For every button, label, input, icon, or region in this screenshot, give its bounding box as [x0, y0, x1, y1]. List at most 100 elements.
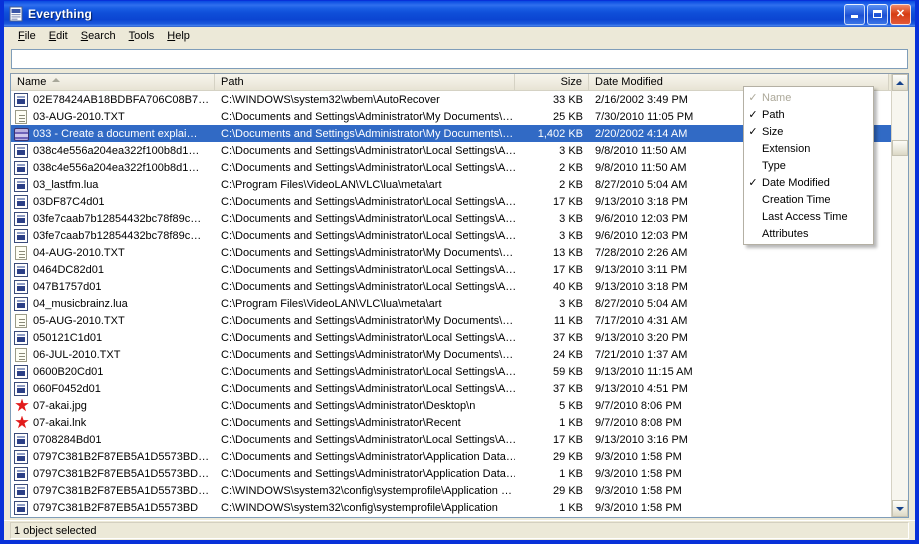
column-header-size[interactable]: Size — [515, 74, 589, 90]
cell-size: 13 KB — [553, 246, 583, 259]
context-menu-item-label: Attributes — [762, 227, 809, 240]
cell-date-modified: 9/3/2010 1:58 PM — [595, 467, 682, 480]
context-menu-item-label: Date Modified — [762, 176, 830, 189]
context-menu-item-type[interactable]: Type — [744, 157, 873, 174]
cell-name: 0797C381B2F87EB5A1D5573BD… — [11, 449, 215, 465]
table-row[interactable]: 0797C381B2F87EB5A1D5573BD C:\WINDOWS\syst… — [11, 499, 891, 516]
table-row[interactable]: 047B1757d01 C:\Documents and Settings\Adm… — [11, 278, 891, 295]
cell-size: 17 KB — [553, 433, 583, 446]
cell-path: C:\Documents and Settings\Administrator\… — [221, 450, 515, 463]
search-input[interactable] — [11, 49, 908, 69]
column-header-label: Date Modified — [595, 76, 663, 88]
table-row[interactable]: 0797C381B2F87EB5A1D5573BD… C:\Documents a… — [11, 465, 891, 482]
data-file-icon — [14, 211, 30, 227]
file-name-label: 0797C381B2F87EB5A1D5573BD — [33, 501, 199, 514]
maximize-button[interactable] — [867, 3, 888, 25]
data-file-icon — [14, 177, 30, 193]
data-file-icon — [14, 381, 30, 397]
minimize-button[interactable] — [844, 3, 865, 25]
menu-item-tools-rest: ools — [134, 29, 155, 42]
cell-size: 37 KB — [553, 382, 583, 395]
table-row[interactable]: 0708284Bd01 C:\Documents and Settings\Adm… — [11, 431, 891, 448]
table-row[interactable]: 0797C381B2F87EB5A1D5573BD… C:\WINDOWS\sys… — [11, 482, 891, 499]
cell-size: 1,402 KB — [537, 127, 583, 140]
everything-app-icon — [8, 6, 24, 22]
cell-name: 03-AUG-2010.TXT — [11, 109, 215, 125]
file-name-label: 038c4e556a204ea322f100b8d1… — [33, 144, 200, 157]
menu-item-search[interactable]: Search — [75, 29, 123, 45]
table-row[interactable]: 04_musicbrainz.lua C:\Program Files\Video… — [11, 295, 891, 312]
file-name-label: 060F0452d01 — [33, 382, 101, 395]
menu-item-edit[interactable]: Edit — [43, 29, 75, 45]
scrollbar-thumb[interactable] — [892, 140, 908, 156]
context-menu-item-attributes[interactable]: Attributes — [744, 225, 873, 242]
file-name-label: 07-akai.jpg — [33, 399, 87, 412]
context-menu-item-last-access-time[interactable]: Last Access Time — [744, 208, 873, 225]
column-header-label: Path — [221, 76, 244, 88]
minimize-icon — [851, 15, 858, 18]
column-header-name[interactable]: Name — [11, 74, 215, 90]
scroll-down-arrow-icon — [896, 506, 904, 511]
menu-item-search-rest: earch — [88, 29, 116, 42]
cell-name: 07-akai.jpg — [11, 398, 215, 414]
data-file-icon — [14, 466, 30, 482]
cell-name: 04_musicbrainz.lua — [11, 296, 215, 312]
close-button[interactable]: ✕ — [890, 3, 911, 25]
table-row[interactable]: 060F0452d01 C:\Documents and Settings\Adm… — [11, 380, 891, 397]
data-file-icon — [14, 449, 30, 465]
cell-path: C:\Documents and Settings\Administrator\… — [221, 433, 515, 446]
cell-size: 17 KB — [553, 263, 583, 276]
table-row[interactable]: 0600B20Cd01 C:\Documents and Settings\Adm… — [11, 363, 891, 380]
cell-path: C:\Documents and Settings\Administrator\… — [221, 382, 515, 395]
data-file-icon — [14, 143, 30, 159]
file-name-label: 047B1757d01 — [33, 280, 102, 293]
cell-size: 1 KB — [559, 501, 583, 514]
cell-date-modified: 9/7/2010 8:08 PM — [595, 416, 682, 429]
table-row[interactable]: 0797C381B2F87EB5A1D5573BD… C:\Documents a… — [11, 448, 891, 465]
caption-buttons: ✕ — [844, 3, 913, 25]
context-menu-item-path[interactable]: ✓ Path — [744, 106, 873, 123]
table-row[interactable]: 05-AUG-2010.TXT C:\Documents and Settings… — [11, 312, 891, 329]
menu-item-tools[interactable]: Tools — [123, 29, 162, 45]
table-row[interactable]: 06-JUL-2010.TXT C:\Documents and Settings… — [11, 346, 891, 363]
cell-date-modified: 9/13/2010 3:18 PM — [595, 280, 688, 293]
cell-date-modified: 9/3/2010 1:58 PM — [595, 484, 682, 497]
scroll-up-button[interactable] — [892, 74, 908, 91]
table-row[interactable]: 050121C1d01 C:\Documents and Settings\Adm… — [11, 329, 891, 346]
sort-ascending-icon — [52, 78, 61, 82]
column-header-label: Name — [17, 76, 47, 88]
data-file-icon — [14, 228, 30, 244]
cell-size: 40 KB — [553, 280, 583, 293]
context-menu-item-date-modified[interactable]: ✓ Date Modified — [744, 174, 873, 191]
context-menu-item-extension[interactable]: Extension — [744, 140, 873, 157]
table-row[interactable]: 0464DC82d01 C:\Documents and Settings\Adm… — [11, 261, 891, 278]
table-row[interactable]: 04-AUG-2010.TXT C:\Documents and Settings… — [11, 244, 891, 261]
menu-item-file[interactable]: File — [12, 29, 43, 45]
column-chooser-context-menu[interactable]: ✓ Name ✓ Path ✓ Size Extension Type ✓ Date Modifi… — [743, 86, 874, 245]
context-menu-item-label: Type — [762, 159, 786, 172]
cell-name: 038c4e556a204ea322f100b8d1… — [11, 160, 215, 176]
menu-item-help[interactable]: Help — [161, 29, 197, 45]
column-header-path[interactable]: Path — [215, 74, 515, 90]
cell-path: C:\Documents and Settings\Administrator\… — [221, 263, 515, 276]
file-name-label: 03-AUG-2010.TXT — [33, 110, 125, 123]
context-menu-item-creation-time[interactable]: Creation Time — [744, 191, 873, 208]
cell-size: 25 KB — [553, 110, 583, 123]
data-file-icon — [14, 296, 30, 312]
cell-path: C:\Documents and Settings\Administrator\… — [221, 229, 515, 242]
context-menu-item-size[interactable]: ✓ Size — [744, 123, 873, 140]
cell-path: C:\Documents and Settings\Administrator\… — [221, 314, 514, 327]
scrollbar-track[interactable] — [892, 91, 908, 500]
table-row[interactable]: 07-akai.jpg C:\Documents and Settings\Adm… — [11, 397, 891, 414]
text-file-icon — [14, 313, 30, 329]
cell-name: 0464DC82d01 — [11, 262, 215, 278]
cell-path: C:\Documents and Settings\Administrator\… — [221, 467, 515, 480]
data-file-icon — [14, 262, 30, 278]
scroll-down-button[interactable] — [892, 500, 908, 517]
vertical-scrollbar[interactable] — [891, 74, 908, 517]
cell-date-modified: 9/13/2010 3:16 PM — [595, 433, 688, 446]
table-row[interactable]: 07-akai.lnk C:\Documents and Settings\Adm… — [11, 414, 891, 431]
data-file-icon — [14, 483, 30, 499]
cell-size: 17 KB — [553, 195, 583, 208]
data-file-icon — [14, 92, 30, 108]
